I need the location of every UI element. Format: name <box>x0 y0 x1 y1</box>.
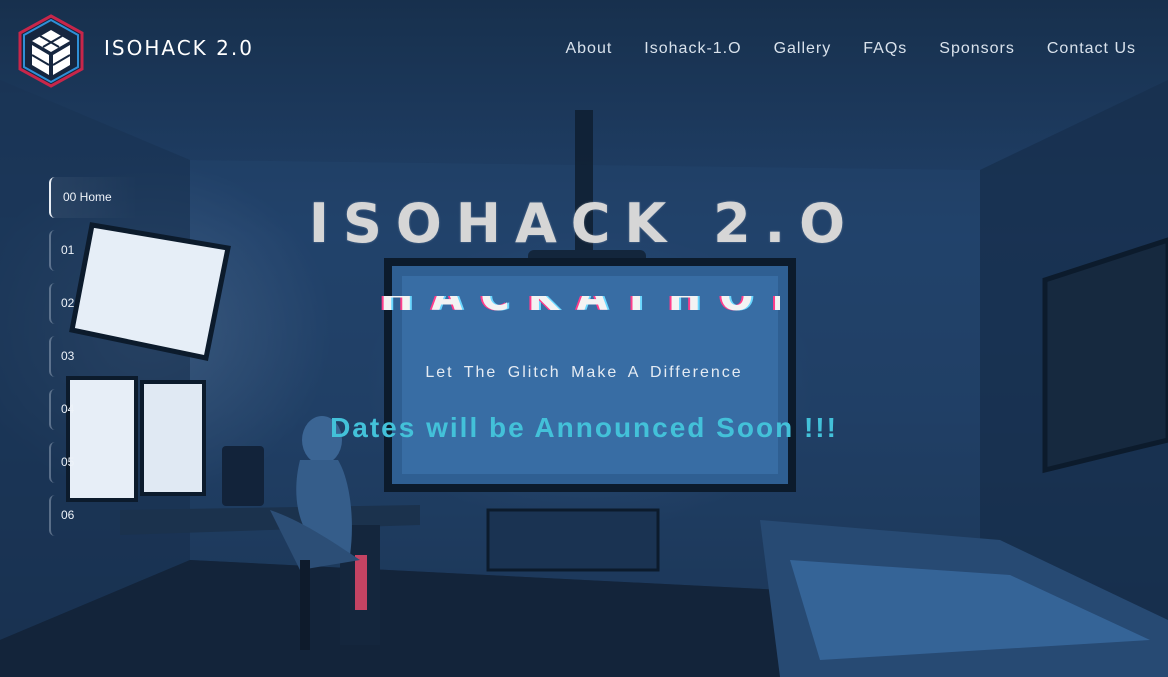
nav-link-gallery[interactable]: Gallery <box>774 38 832 60</box>
hero-title: ISOHACK 2.O <box>308 192 860 255</box>
brand-logo-link[interactable]: ISOHACK 2.0 <box>18 14 254 88</box>
section-index-item-06[interactable]: 06 <box>49 495 139 536</box>
isometric-cube-logo-icon <box>18 14 84 88</box>
nav-link-isohack-1[interactable]: Isohack-1.O <box>644 38 741 60</box>
top-navigation: About Isohack-1.O Gallery FAQs Sponsors … <box>533 38 1136 60</box>
nav-link-faqs[interactable]: FAQs <box>863 38 907 60</box>
nav-link-sponsors[interactable]: Sponsors <box>939 38 1015 60</box>
background-illustration <box>0 0 1168 677</box>
hero-tagline: Let The Glitch Make A Difference <box>425 364 743 381</box>
nav-link-about[interactable]: About <box>565 38 612 60</box>
glitch-text: HACKATHON <box>380 296 780 320</box>
brand-name: ISOHACK 2.0 <box>104 36 254 60</box>
glitch-text-band: HACKATHON <box>380 296 780 324</box>
nav-link-contact-us[interactable]: Contact Us <box>1047 38 1136 60</box>
room-scene-art <box>0 80 1168 677</box>
section-index-item-05[interactable]: 05 <box>49 442 139 483</box>
dates-announcement: Dates will be Announced Soon !!! <box>330 412 838 443</box>
section-index-item-02[interactable]: 02 <box>49 283 139 324</box>
